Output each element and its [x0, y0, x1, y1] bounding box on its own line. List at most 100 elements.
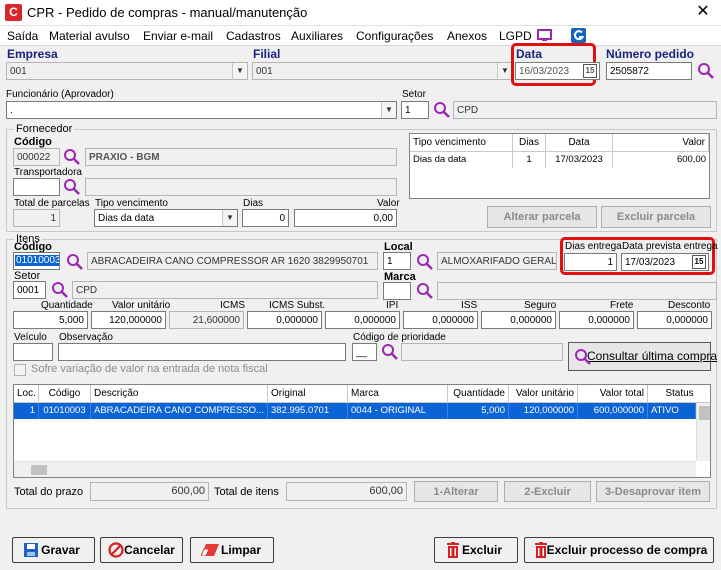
- empresa-select[interactable]: 001 ▼: [6, 62, 248, 80]
- table-cell[interactable]: 01010003: [39, 403, 91, 419]
- menu-cadastros[interactable]: Cadastros: [226, 29, 281, 43]
- alterar-item-button[interactable]: 1-Alterar: [414, 481, 498, 502]
- menu-lgpd[interactable]: LGPD: [499, 29, 532, 43]
- limpar-button[interactable]: Limpar: [190, 537, 274, 563]
- excluir-button[interactable]: Excluir: [434, 537, 518, 563]
- consultar-ultima-compra-button[interactable]: Consultar última compra: [568, 342, 717, 371]
- ipi-field[interactable]: 0,000000: [325, 311, 400, 329]
- monitor-icon[interactable]: [537, 29, 552, 42]
- desaprovar-item-button[interactable]: 3-Desaprovar item: [596, 481, 710, 502]
- col-header[interactable]: Descrição: [91, 385, 268, 403]
- search-icon[interactable]: [66, 253, 84, 271]
- item-setor-code-field[interactable]: 0001: [13, 281, 46, 299]
- menu-saida[interactable]: Saída: [7, 29, 38, 43]
- search-icon[interactable]: [381, 343, 399, 361]
- window-title: CPR - Pedido de compras - manual/manuten…: [27, 5, 308, 20]
- item-codigo-field[interactable]: 01010003: [13, 252, 60, 270]
- search-icon[interactable]: [416, 282, 434, 300]
- search-icon[interactable]: [416, 253, 434, 271]
- excluir-item-button[interactable]: 2-Excluir: [504, 481, 591, 502]
- desconto-field[interactable]: 0,000000: [637, 311, 712, 329]
- frete-field[interactable]: 0,000000: [559, 311, 634, 329]
- local-code-field[interactable]: 1: [383, 252, 411, 270]
- dias-entrega-field[interactable]: 1: [564, 253, 617, 271]
- data-prevista-field[interactable]: 17/03/2023 15: [621, 253, 709, 271]
- col-header[interactable]: Valor total: [578, 385, 648, 403]
- scroll-thumb[interactable]: [31, 465, 47, 475]
- col-header[interactable]: Dias: [513, 134, 546, 152]
- veiculo-field[interactable]: [13, 343, 53, 361]
- col-header[interactable]: Data: [546, 134, 613, 152]
- scroll-thumb[interactable]: [699, 406, 710, 420]
- dias-field[interactable]: 0: [242, 209, 289, 227]
- gravar-button[interactable]: Gravar: [12, 537, 95, 563]
- calendar-icon[interactable]: 15: [583, 64, 597, 78]
- col-header[interactable]: Valor unitário: [509, 385, 578, 403]
- cancelar-button[interactable]: Cancelar: [100, 537, 183, 563]
- valor-field[interactable]: 0,00: [294, 209, 397, 227]
- table-cell[interactable]: 1: [14, 403, 39, 419]
- excluir-parcela-button[interactable]: Excluir parcela: [601, 206, 711, 228]
- table-cell[interactable]: 382.995.0701: [268, 403, 348, 419]
- parcelas-table[interactable]: Tipo vencimento Dias Data Valor Dias da …: [409, 133, 710, 199]
- table-cell[interactable]: Dias da data: [410, 152, 513, 168]
- transportadora-field[interactable]: [13, 178, 60, 196]
- alterar-parcela-button[interactable]: Alterar parcela: [487, 206, 597, 228]
- search-icon[interactable]: [51, 281, 69, 299]
- col-header[interactable]: Tipo vencimento: [410, 134, 513, 152]
- vertical-scrollbar[interactable]: [696, 403, 710, 461]
- seguro-field[interactable]: 0,000000: [481, 311, 556, 329]
- menu-auxiliares[interactable]: Auxiliares: [291, 29, 343, 43]
- icms-field: 21,600000: [169, 311, 244, 329]
- ipi-label: IPI: [386, 300, 399, 311]
- table-cell[interactable]: 0044 - ORIGINAL: [348, 403, 448, 419]
- menu-anexos[interactable]: Anexos: [447, 29, 487, 43]
- filial-select[interactable]: 001 ▼: [252, 62, 513, 80]
- data-field[interactable]: 16/03/2023 15: [515, 62, 600, 80]
- menu-enviar-email[interactable]: Enviar e-mail: [143, 29, 213, 43]
- menu-configuracoes[interactable]: Configurações: [356, 29, 433, 43]
- itens-table[interactable]: Loc. Código Descrição Original Marca Qua…: [13, 384, 711, 478]
- tipo-vencimento-select[interactable]: Dias da data ▼: [94, 209, 238, 227]
- numero-pedido-field[interactable]: 2505872: [606, 62, 692, 80]
- col-header[interactable]: Status: [648, 385, 710, 403]
- horizontal-scrollbar[interactable]: [14, 461, 696, 477]
- valor-unitario-field[interactable]: 120,000000: [91, 311, 166, 329]
- prioridade-field[interactable]: __: [352, 343, 377, 361]
- marca-code-field[interactable]: [383, 282, 411, 300]
- table-cell[interactable]: ATIVO: [648, 403, 696, 419]
- menu-material-avulso[interactable]: Material avulso: [49, 29, 130, 43]
- col-header[interactable]: Marca: [348, 385, 448, 403]
- table-cell[interactable]: ABRACADEIRA CANO COMPRESSO...: [91, 403, 268, 419]
- calendar-icon[interactable]: 15: [692, 255, 706, 269]
- col-header[interactable]: Quantidade: [448, 385, 509, 403]
- search-icon[interactable]: [697, 62, 715, 80]
- sofre-variacao-checkbox[interactable]: [14, 364, 26, 376]
- col-header[interactable]: Código: [39, 385, 91, 403]
- excluir-processo-button[interactable]: Excluir processo de compra: [524, 537, 714, 563]
- setor-code-field[interactable]: 1: [401, 101, 429, 119]
- table-cell[interactable]: 1: [513, 152, 546, 168]
- funcionario-select[interactable]: . ▼: [6, 101, 397, 119]
- trash-icon: [535, 542, 547, 558]
- search-icon[interactable]: [433, 101, 451, 119]
- g-logo-icon[interactable]: [571, 28, 586, 43]
- icms-subst-field[interactable]: 0,000000: [247, 311, 322, 329]
- col-header[interactable]: Original: [268, 385, 348, 403]
- search-icon[interactable]: [63, 178, 81, 196]
- table-cell[interactable]: 120,000000: [509, 403, 578, 419]
- item-descricao-field: ABRACADEIRA CANO COMPRESSOR AR 1620 3829…: [87, 252, 378, 270]
- fornecedor-codigo-field[interactable]: 000022: [13, 148, 60, 166]
- col-header[interactable]: Loc.: [14, 385, 39, 403]
- table-cell[interactable]: 600,000000: [578, 403, 648, 419]
- observacao-field[interactable]: [58, 343, 346, 361]
- iss-field[interactable]: 0,000000: [403, 311, 478, 329]
- col-header[interactable]: Valor: [613, 134, 709, 152]
- quantidade-field[interactable]: 5,000: [13, 311, 88, 329]
- search-icon[interactable]: [63, 148, 81, 166]
- table-cell[interactable]: 600,00: [613, 152, 709, 168]
- table-cell[interactable]: 17/03/2023: [546, 152, 613, 168]
- close-button[interactable]: ✕: [693, 2, 713, 22]
- filial-label: Filial: [253, 47, 281, 61]
- table-cell[interactable]: 5,000: [448, 403, 509, 419]
